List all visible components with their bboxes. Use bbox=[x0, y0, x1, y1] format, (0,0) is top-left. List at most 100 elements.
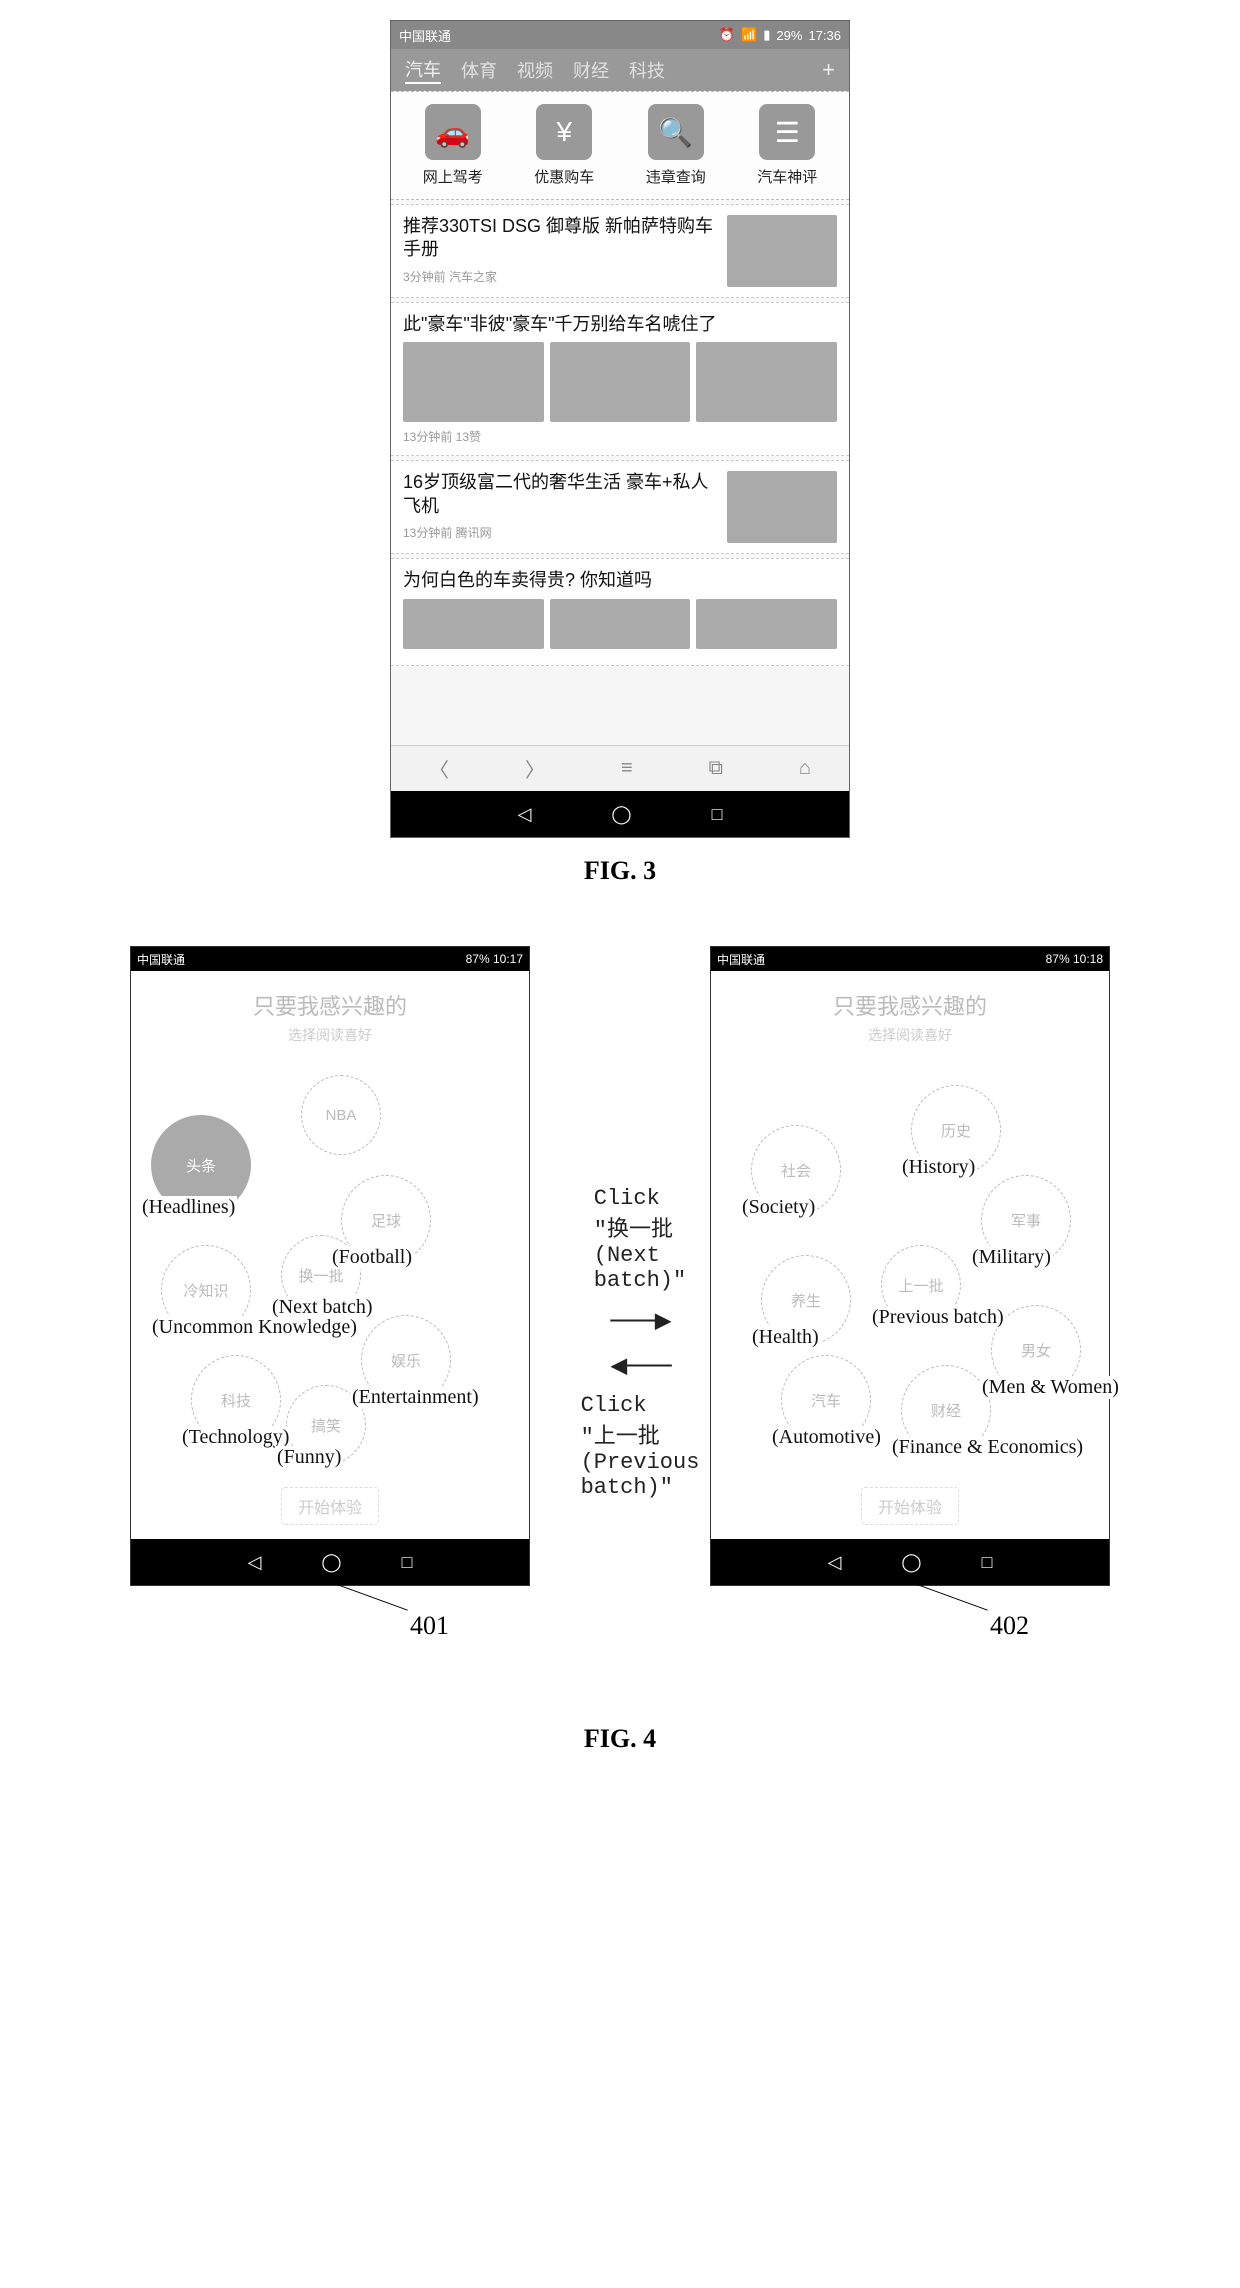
bubble-nba[interactable]: NBA bbox=[301, 1075, 381, 1155]
recent-icon[interactable]: □ bbox=[982, 1552, 993, 1573]
back-icon[interactable]: ◁ bbox=[248, 1552, 262, 1573]
android-nav: ◁ ◯ □ bbox=[391, 791, 849, 837]
reference-number: 402 bbox=[990, 1611, 1029, 1641]
card-thumbnail bbox=[727, 215, 837, 287]
card-thumbnail bbox=[696, 342, 837, 422]
bubble-label-menwomen: (Men & Women) bbox=[980, 1376, 1121, 1399]
interest-title: 只要我感兴趣的 bbox=[131, 989, 529, 1021]
car-icon: 🚗 bbox=[425, 104, 481, 160]
news-card[interactable]: 16岁顶级富二代的奢华生活 豪车+私人飞机 13分钟前 腾讯网 bbox=[391, 460, 849, 554]
card-meta: 3分钟前 汽车之家 bbox=[403, 268, 717, 285]
card-thumbnail bbox=[696, 599, 837, 649]
time-label: 10:17 bbox=[493, 952, 523, 966]
battery-label: 87% bbox=[1046, 952, 1070, 966]
bubble-label-society: (Society) bbox=[740, 1196, 817, 1219]
yen-icon: ¥ bbox=[536, 104, 592, 160]
phone-fig3: 中国联通 ⏰ 📶 ▮ 29% 17:36 汽车 体育 视频 财经 科技 + 🚗 … bbox=[390, 20, 850, 838]
tab-sports[interactable]: 体育 bbox=[461, 57, 497, 83]
interest-title: 只要我感兴趣的 bbox=[711, 989, 1109, 1021]
nav-home-icon[interactable]: ⌂ bbox=[799, 757, 811, 780]
news-card[interactable]: 此"豪车"非彼"豪车"千万别给车名唬住了 13分钟前 13赞 bbox=[391, 302, 849, 456]
bubble-label-history: (History) bbox=[900, 1156, 977, 1179]
status-right: 87% 10:18 bbox=[1046, 952, 1103, 966]
card-meta: 13分钟前 腾讯网 bbox=[403, 524, 717, 541]
figure-3: 中国联通 ⏰ 📶 ▮ 29% 17:36 汽车 体育 视频 财经 科技 + 🚗 … bbox=[390, 20, 850, 886]
status-bar: 中国联通 87% 10:18 bbox=[711, 947, 1109, 971]
android-nav: ◁ ◯ □ bbox=[711, 1539, 1109, 1585]
card-thumbnail bbox=[403, 599, 544, 649]
quick-reviews[interactable]: ☰ 汽车神评 bbox=[747, 104, 827, 187]
news-card[interactable]: 为何白色的车卖得贵? 你知道吗 bbox=[391, 558, 849, 665]
card-title: 16岁顶级富二代的奢华生活 豪车+私人飞机 bbox=[403, 471, 717, 518]
home-icon[interactable]: ◯ bbox=[901, 1552, 921, 1573]
quick-links: 🚗 网上驾考 ¥ 优惠购车 🔍 违章查询 ☰ 汽车神评 bbox=[391, 91, 849, 200]
arrow-bottom-label: Click "上一批 (Previous batch)" bbox=[581, 1393, 700, 1500]
status-bar: 中国联通 ⏰ 📶 ▮ 29% 17:36 bbox=[391, 21, 849, 49]
quick-drive-test[interactable]: 🚗 网上驾考 bbox=[413, 104, 493, 187]
status-right: 87% 10:17 bbox=[466, 952, 523, 966]
figure-caption: FIG. 3 bbox=[390, 856, 850, 886]
recent-icon[interactable]: □ bbox=[402, 1552, 413, 1573]
interest-subtitle: 选择阅读喜好 bbox=[131, 1025, 529, 1045]
card-thumbnail bbox=[727, 471, 837, 543]
card-thumbnail bbox=[403, 342, 544, 422]
battery-label: 87% bbox=[466, 952, 490, 966]
browser-nav: 〈 〉 ≡ ⧉ ⌂ bbox=[391, 745, 849, 791]
carrier-label: 中国联通 bbox=[717, 951, 765, 968]
news-feed[interactable]: 推荐330TSI DSG 御尊版 新帕萨特购车手册 3分钟前 汽车之家 此"豪车… bbox=[391, 200, 849, 745]
bubble-label-headlines: (Headlines) bbox=[140, 1196, 237, 1219]
figure-4: 中国联通 87% 10:17 只要我感兴趣的 选择阅读喜好 头条NBA足球冷知识… bbox=[70, 946, 1170, 1754]
bubble-label-prevbatch: (Previous batch) bbox=[870, 1306, 1006, 1329]
quick-label: 汽车神评 bbox=[747, 166, 827, 187]
bubble-label-uncommon: (Uncommon Knowledge) bbox=[150, 1316, 359, 1339]
bubble-label-football: (Football) bbox=[330, 1246, 414, 1269]
time-label: 10:18 bbox=[1073, 952, 1103, 966]
arrow-left-icon: ◀─── bbox=[610, 1348, 669, 1383]
nav-tabs-icon[interactable]: ⧉ bbox=[709, 757, 723, 780]
bubble-label-military: (Military) bbox=[970, 1246, 1053, 1269]
search-car-icon: 🔍 bbox=[648, 104, 704, 160]
android-nav: ◁ ◯ □ bbox=[131, 1539, 529, 1585]
home-icon[interactable]: ◯ bbox=[611, 804, 631, 825]
card-thumbnail bbox=[550, 342, 691, 422]
nav-back-icon[interactable]: 〈 bbox=[429, 754, 449, 783]
carrier-label: 中国联通 bbox=[137, 951, 185, 968]
bubble-label-health: (Health) bbox=[750, 1326, 821, 1349]
battery-label: 29% bbox=[776, 28, 802, 43]
nav-menu-icon[interactable]: ≡ bbox=[621, 757, 633, 780]
back-icon[interactable]: ◁ bbox=[828, 1552, 842, 1573]
quick-label: 网上驾考 bbox=[413, 166, 493, 187]
arrow-top-label: Click "换一批 (Next batch)" bbox=[594, 1186, 686, 1293]
nav-forward-icon[interactable]: 〉 bbox=[525, 754, 545, 783]
signal-icon: ▮ bbox=[763, 27, 770, 43]
news-card[interactable]: 推荐330TSI DSG 御尊版 新帕萨特购车手册 3分钟前 汽车之家 bbox=[391, 204, 849, 298]
recent-icon[interactable]: □ bbox=[712, 804, 723, 825]
figure-caption: FIG. 4 bbox=[70, 1724, 1170, 1754]
category-tabs: 汽车 体育 视频 财经 科技 + bbox=[391, 49, 849, 91]
card-meta: 13分钟前 13赞 bbox=[403, 428, 837, 445]
bubble-label-funny: (Funny) bbox=[275, 1446, 343, 1469]
transition-arrows: Click "换一批 (Next batch)" ───▶ ◀─── Click… bbox=[540, 1186, 740, 1500]
news-icon: ☰ bbox=[759, 104, 815, 160]
card-title: 推荐330TSI DSG 御尊版 新帕萨特购车手册 bbox=[403, 215, 717, 262]
leader-line bbox=[332, 1582, 408, 1610]
quick-discount[interactable]: ¥ 优惠购车 bbox=[524, 104, 604, 187]
tab-auto[interactable]: 汽车 bbox=[405, 56, 441, 84]
quick-violation[interactable]: 🔍 违章查询 bbox=[636, 104, 716, 187]
home-icon[interactable]: ◯ bbox=[321, 1552, 341, 1573]
wifi-icon: 📶 bbox=[741, 27, 757, 43]
start-button[interactable]: 开始体验 bbox=[861, 1487, 959, 1525]
interest-subtitle: 选择阅读喜好 bbox=[711, 1025, 1109, 1045]
tab-finance[interactable]: 财经 bbox=[573, 57, 609, 83]
add-tab-button[interactable]: + bbox=[822, 57, 835, 83]
status-bar: 中国联通 87% 10:17 bbox=[131, 947, 529, 971]
quick-label: 违章查询 bbox=[636, 166, 716, 187]
start-button[interactable]: 开始体验 bbox=[281, 1487, 379, 1525]
time-label: 17:36 bbox=[808, 28, 841, 43]
back-icon[interactable]: ◁ bbox=[518, 804, 532, 825]
tab-video[interactable]: 视频 bbox=[517, 57, 553, 83]
quick-label: 优惠购车 bbox=[524, 166, 604, 187]
card-title: 为何白色的车卖得贵? 你知道吗 bbox=[403, 569, 837, 592]
tab-tech[interactable]: 科技 bbox=[629, 57, 665, 83]
carrier-label: 中国联通 bbox=[399, 26, 451, 45]
